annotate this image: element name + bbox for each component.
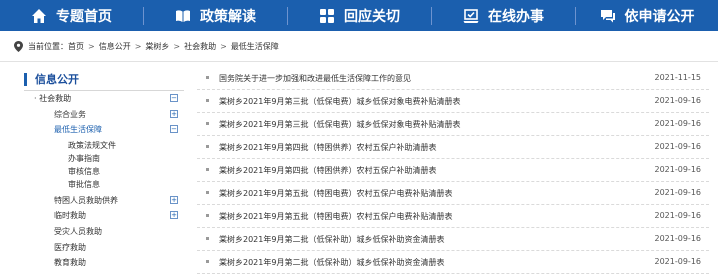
sidebar-item-policy-documents[interactable]: 政策法规文件 xyxy=(68,140,116,151)
sidebar-item-disaster-relief[interactable]: 受灾人员救助 xyxy=(54,226,102,237)
chat-icon xyxy=(600,8,616,24)
nav-item-response[interactable]: 回应关切 xyxy=(288,0,431,31)
article-date: 2021-09-16 xyxy=(654,142,702,151)
bullet-icon xyxy=(206,168,209,171)
breadcrumb-separator: > xyxy=(220,41,227,51)
sidebar-item-review-info[interactable]: 审核信息 xyxy=(68,166,100,177)
sidebar-item-social-assistance[interactable]: · 社会救助 xyxy=(34,93,71,104)
breadcrumb-minimum-living[interactable]: 最低生活保障 xyxy=(231,41,279,52)
sidebar-item-minimum-living[interactable]: 最低生活保障 xyxy=(54,124,102,135)
list-item[interactable]: 棠树乡2021年9月第四批（特困供养）农村五保户补助清册表 2021-09-16 xyxy=(197,158,709,182)
list-item[interactable]: 棠树乡2021年9月第二批（低保补助）城乡低保补助资金清册表 2021-09-1… xyxy=(197,250,709,274)
breadcrumb-prefix: 当前位置： xyxy=(28,41,68,51)
sidebar-title-label: 信息公开 xyxy=(35,73,79,86)
list-item[interactable]: 棠树乡2021年9月第三批（低保电费）城乡低保对象电费补贴清册表 2021-09… xyxy=(197,112,709,136)
sidebar-item-general-business[interactable]: 综合业务 xyxy=(54,109,86,120)
article-title[interactable]: 棠树乡2021年9月第五批（特困电费）农村五保户电费补贴清册表 xyxy=(219,188,452,199)
breadcrumb: 当前位置： 首页 > 信息公开 > 棠树乡 > 社会救助 > 最低生活保障 xyxy=(0,31,718,62)
nav-item-label: 专题首页 xyxy=(56,8,112,25)
bullet-icon xyxy=(206,99,209,102)
breadcrumb-separator: > xyxy=(173,41,181,51)
article-date: 2021-09-16 xyxy=(654,211,702,220)
list-item[interactable]: 棠树乡2021年9月第五批（特困电费）农村五保户电费补贴清册表 2021-09-… xyxy=(197,181,709,205)
breadcrumb-home[interactable]: 首页 xyxy=(68,41,84,52)
grid-icon xyxy=(319,8,335,24)
article-date: 2021-09-16 xyxy=(654,165,702,174)
sidebar-item-medical-assistance[interactable]: 医疗救助 xyxy=(54,242,86,253)
sidebar-item-temporary-assistance[interactable]: 临时救助 xyxy=(54,210,86,221)
nav-item-policy[interactable]: 政策解读 xyxy=(144,0,287,31)
list-item[interactable]: 棠树乡2021年9月第三批（低保电费）城乡低保对象电费补贴清册表 2021-09… xyxy=(197,89,709,113)
article-title[interactable]: 棠树乡2021年9月第四批（特困供养）农村五保户补助清册表 xyxy=(219,165,436,176)
top-nav: 专题首页 政策解读 回应关切 在线办事 依申请公开 xyxy=(0,0,718,31)
sidebar-divider xyxy=(24,90,184,91)
sidebar-title-accent xyxy=(24,72,27,86)
sidebar-title: 信息公开 xyxy=(24,71,79,87)
breadcrumb-separator: > xyxy=(88,41,95,51)
breadcrumb-separator: > xyxy=(134,41,142,51)
nav-item-online-service[interactable]: 在线办事 xyxy=(432,0,575,31)
bullet-icon xyxy=(206,237,209,240)
laptop-check-icon xyxy=(463,8,479,24)
nav-item-label: 政策解读 xyxy=(200,8,256,25)
article-title[interactable]: 棠树乡2021年9月第三批（低保电费）城乡低保对象电费补贴清册表 xyxy=(219,119,460,130)
article-title[interactable]: 国务院关于进一步加强和改进最低生活保障工作的意见 xyxy=(219,73,411,84)
open-book-icon xyxy=(175,8,191,24)
breadcrumb-township[interactable]: 棠树乡 xyxy=(145,41,169,52)
sidebar-item-service-guide[interactable]: 办事指南 xyxy=(68,153,100,164)
article-date: 2021-09-16 xyxy=(654,234,702,243)
expand-toggle[interactable]: + xyxy=(170,196,178,204)
nav-item-label: 在线办事 xyxy=(488,8,544,25)
collapse-toggle[interactable]: − xyxy=(170,125,178,133)
article-date: 2021-09-16 xyxy=(654,257,702,266)
location-pin-icon xyxy=(14,40,23,52)
article-date: 2021-09-16 xyxy=(654,96,702,105)
bullet-icon xyxy=(206,145,209,148)
nav-item-apply-disclosure[interactable]: 依申请公开 xyxy=(576,0,718,31)
nav-item-home[interactable]: 专题首页 xyxy=(0,0,143,31)
sidebar-item-extreme-poverty-support[interactable]: 特困人员救助供养 xyxy=(54,195,118,206)
sidebar: 信息公开 · 社会救助 − 综合业务 + 最低生活保障 − 政策法规文件 办事指… xyxy=(0,62,188,273)
list-item[interactable]: 棠树乡2021年9月第五批（特困电费）农村五保户电费补贴清册表 2021-09-… xyxy=(197,204,709,228)
home-icon xyxy=(31,8,47,24)
bullet-icon xyxy=(206,122,209,125)
bullet-icon xyxy=(206,191,209,194)
sidebar-item-education-assistance[interactable]: 教育救助 xyxy=(54,257,86,268)
article-title[interactable]: 棠树乡2021年9月第四批（特困供养）农村五保户补助清册表 xyxy=(219,142,436,153)
collapse-toggle[interactable]: − xyxy=(170,94,178,102)
bullet-icon xyxy=(206,76,209,79)
list-item[interactable]: 棠树乡2021年9月第四批（特困供养）农村五保户补助清册表 2021-09-16 xyxy=(197,135,709,159)
list-item[interactable]: 棠树乡2021年9月第二批（低保补助）城乡低保补助资金清册表 2021-09-1… xyxy=(197,227,709,251)
article-title[interactable]: 棠树乡2021年9月第三批（低保电费）城乡低保对象电费补贴清册表 xyxy=(219,96,460,107)
article-date: 2021-09-16 xyxy=(654,188,702,197)
nav-item-label: 依申请公开 xyxy=(624,8,695,25)
article-title[interactable]: 棠树乡2021年9月第五批（特困电费）农村五保户电费补贴清册表 xyxy=(219,211,452,222)
breadcrumb-social-assistance[interactable]: 社会救助 xyxy=(184,41,216,52)
list-item[interactable]: 国务院关于进一步加强和改进最低生活保障工作的意见 2021-11-15 xyxy=(197,66,709,90)
expand-toggle[interactable]: + xyxy=(170,211,178,219)
article-date: 2021-11-15 xyxy=(654,73,702,82)
breadcrumb-info-disclosure[interactable]: 信息公开 xyxy=(99,41,131,52)
article-title[interactable]: 棠树乡2021年9月第二批（低保补助）城乡低保补助资金清册表 xyxy=(219,234,444,245)
bullet-icon xyxy=(206,260,209,263)
article-date: 2021-09-16 xyxy=(654,119,702,128)
article-title[interactable]: 棠树乡2021年9月第二批（低保补助）城乡低保补助资金清册表 xyxy=(219,257,444,268)
expand-toggle[interactable]: + xyxy=(170,110,178,118)
nav-item-label: 回应关切 xyxy=(344,8,400,25)
article-list: 国务院关于进一步加强和改进最低生活保障工作的意见 2021-11-15 棠树乡2… xyxy=(197,62,718,274)
sidebar-item-approval-info[interactable]: 审批信息 xyxy=(68,179,100,190)
bullet-icon xyxy=(206,214,209,217)
